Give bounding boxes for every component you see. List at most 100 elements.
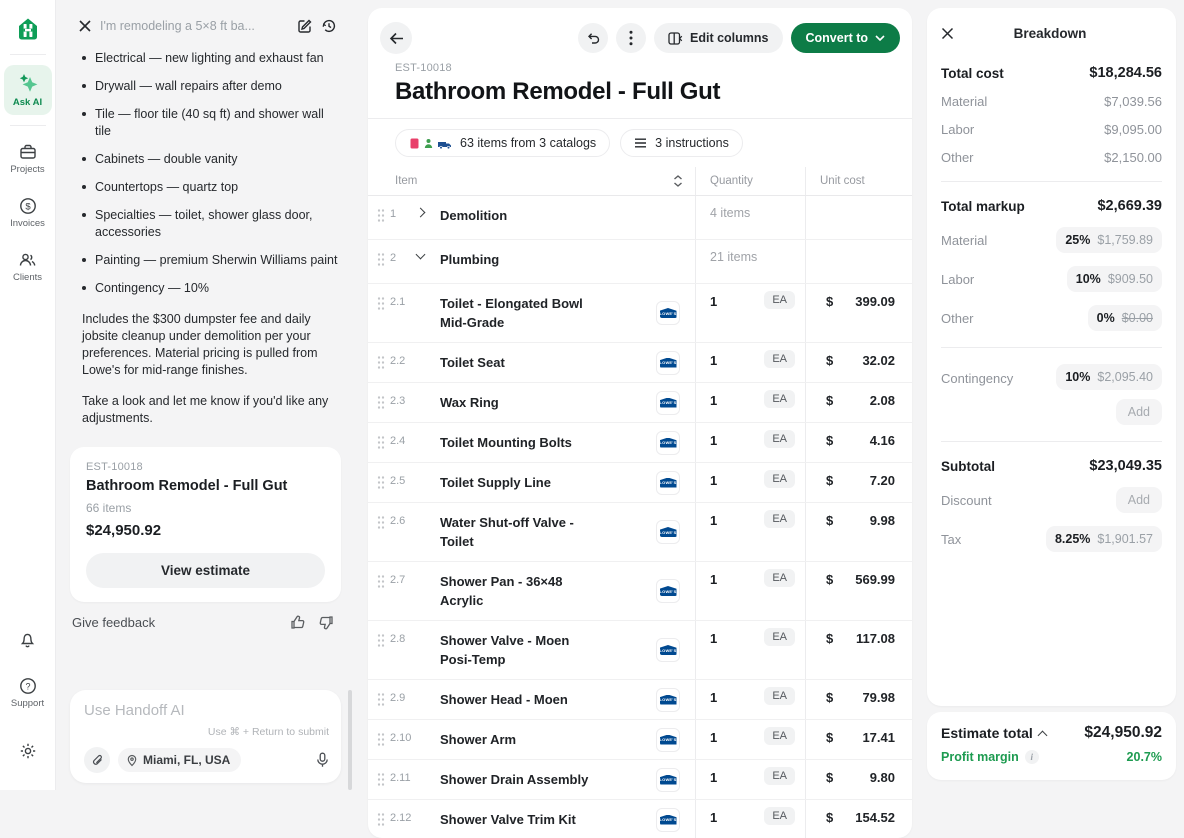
unit-cost-value[interactable]: 154.52 [855,810,895,825]
item-name[interactable]: Shower Valve Trim Kit [440,810,576,838]
thumbs-up-icon[interactable] [289,614,306,631]
chevron-right-icon[interactable] [407,206,433,216]
drag-handle-icon[interactable] [377,574,385,588]
unit-chip[interactable]: EA [764,807,795,825]
quantity-value[interactable]: 1 [710,353,717,368]
quantity-value[interactable]: 1 [710,572,717,587]
estimate-total-toggle[interactable]: Estimate total [941,725,1046,741]
lowes-catalog-icon[interactable]: LOWE’S [656,431,680,455]
table-row[interactable]: 2.11 Shower Drain Assembly LOWE’S 1EA $9… [368,760,912,800]
discount-add-button[interactable]: Add [1116,487,1162,513]
item-name[interactable]: Plumbing [440,250,499,279]
drag-handle-icon[interactable] [377,475,385,489]
unit-chip[interactable]: EA [764,430,795,448]
drag-handle-icon[interactable] [377,633,385,647]
unit-chip[interactable]: EA [764,291,795,309]
unit-chip[interactable]: EA [764,470,795,488]
history-icon[interactable] [321,18,337,34]
table-row[interactable]: 2.8 Shower Valve - Moen Posi-Temp LOWE’S… [368,621,912,680]
table-row[interactable]: 2.7 Shower Pan - 36×48 Acrylic LOWE’S 1E… [368,562,912,621]
item-name[interactable]: Shower Drain Assembly [440,770,588,799]
unit-chip[interactable]: EA [764,727,795,745]
quantity-value[interactable]: 1 [710,631,717,646]
sidebar-item-ask-ai[interactable]: Ask AI [4,65,52,115]
handoff-logo[interactable] [15,16,41,42]
quantity-value[interactable]: 1 [710,393,717,408]
chevron-down-icon[interactable] [407,250,433,258]
chat-input[interactable] [84,702,329,719]
lowes-catalog-icon[interactable]: LOWE’S [656,471,680,495]
table-row[interactable]: 2.2 Toilet Seat LOWE’S 1EA $32.02 [368,343,912,383]
drag-handle-icon[interactable] [377,772,385,786]
table-row[interactable]: 2.6 Water Shut-off Valve - Toilet LOWE’S… [368,503,912,562]
drag-handle-icon[interactable] [377,515,385,529]
markup-pill[interactable]: 10% $909.50 [1067,266,1162,292]
edit-columns-button[interactable]: Edit columns [654,23,782,53]
sidebar-item-invoices[interactable]: $ Invoices [4,190,52,236]
drag-handle-icon[interactable] [377,692,385,706]
lowes-catalog-icon[interactable]: LOWE’S [656,520,680,544]
table-row[interactable]: 2.4 Toilet Mounting Bolts LOWE’S 1EA $4.… [368,423,912,463]
unit-cost-value[interactable]: 569.99 [855,572,895,587]
unit-chip[interactable]: EA [764,569,795,587]
unit-cost-value[interactable]: 117.08 [856,631,895,646]
drag-handle-icon[interactable] [377,252,385,266]
drag-handle-icon[interactable] [377,208,385,222]
unit-cost-value[interactable]: 9.98 [870,513,895,528]
item-name[interactable]: Shower Head - Moen [440,690,568,719]
unit-cost-value[interactable]: 9.80 [870,770,895,785]
tax-pill[interactable]: 8.25% $1,901.57 [1046,526,1162,552]
unit-chip[interactable]: EA [764,390,795,408]
chat-scrollbar[interactable] [348,690,352,790]
unit-cost-value[interactable]: 17.41 [862,730,895,745]
info-icon[interactable]: i [1025,750,1039,764]
compose-icon[interactable] [297,18,313,34]
thumbs-down-icon[interactable] [318,614,335,631]
unit-cost-value[interactable]: 2.08 [870,393,895,408]
table-row[interactable]: 2.5 Toilet Supply Line LOWE’S 1EA $7.20 [368,463,912,503]
drag-handle-icon[interactable] [377,296,385,310]
instructions-pill[interactable]: 3 instructions [620,129,743,157]
unit-cost-value[interactable]: 32.02 [862,353,895,368]
unit-chip[interactable]: EA [764,510,795,528]
item-name[interactable]: Toilet Seat [440,353,505,382]
collapse-all-icon[interactable] [673,175,683,187]
sidebar-item-support[interactable]: ? Support [4,670,52,716]
conversation-title[interactable]: I'm remodeling a 5×8 ft ba... [100,19,289,33]
lowes-catalog-icon[interactable]: LOWE’S [656,768,680,792]
item-name[interactable]: Toilet Supply Line [440,473,551,502]
contingency-add-button[interactable]: Add [1116,399,1162,425]
quantity-value[interactable]: 1 [710,810,717,825]
group-row[interactable]: 2 Plumbing 21 items [368,240,912,284]
item-name[interactable]: Shower Valve - Moen Posi-Temp [440,631,600,679]
item-name[interactable]: Shower Pan - 36×48 Acrylic [440,572,600,620]
sidebar-item-projects[interactable]: Projects [4,136,52,182]
table-row[interactable]: 2.10 Shower Arm LOWE’S 1EA $17.41 [368,720,912,760]
unit-cost-value[interactable]: 4.16 [870,433,895,448]
unit-chip[interactable]: EA [764,767,795,785]
sidebar-item-clients[interactable]: Clients [4,244,52,290]
lowes-catalog-icon[interactable]: LOWE’S [656,301,680,325]
drag-handle-icon[interactable] [377,812,385,826]
quantity-value[interactable]: 1 [710,730,717,745]
undo-button[interactable] [578,23,608,53]
close-icon[interactable] [941,27,954,40]
drag-handle-icon[interactable] [377,395,385,409]
location-pill[interactable]: Miami, FL, USA [118,748,241,772]
table-row[interactable]: 2.1 Toilet - Elongated Bowl Mid-Grade LO… [368,284,912,343]
lowes-catalog-icon[interactable]: LOWE’S [656,688,680,712]
lowes-catalog-icon[interactable]: LOWE’S [656,579,680,603]
quantity-value[interactable]: 1 [710,294,717,309]
item-name[interactable]: Toilet - Elongated Bowl Mid-Grade [440,294,600,342]
table-row[interactable]: 2.12 Shower Valve Trim Kit LOWE’S 1EA $1… [368,800,912,838]
quantity-value[interactable]: 1 [710,473,717,488]
lowes-catalog-icon[interactable]: LOWE’S [656,808,680,832]
unit-cost-value[interactable]: 399.09 [855,294,895,309]
lowes-catalog-icon[interactable]: LOWE’S [656,728,680,752]
drag-handle-icon[interactable] [377,435,385,449]
item-name[interactable]: Water Shut-off Valve - Toilet [440,513,600,561]
table-row[interactable]: 2.9 Shower Head - Moen LOWE’S 1EA $79.98 [368,680,912,720]
close-icon[interactable] [78,19,92,33]
quantity-value[interactable]: 1 [710,770,717,785]
quantity-value[interactable]: 1 [710,690,717,705]
